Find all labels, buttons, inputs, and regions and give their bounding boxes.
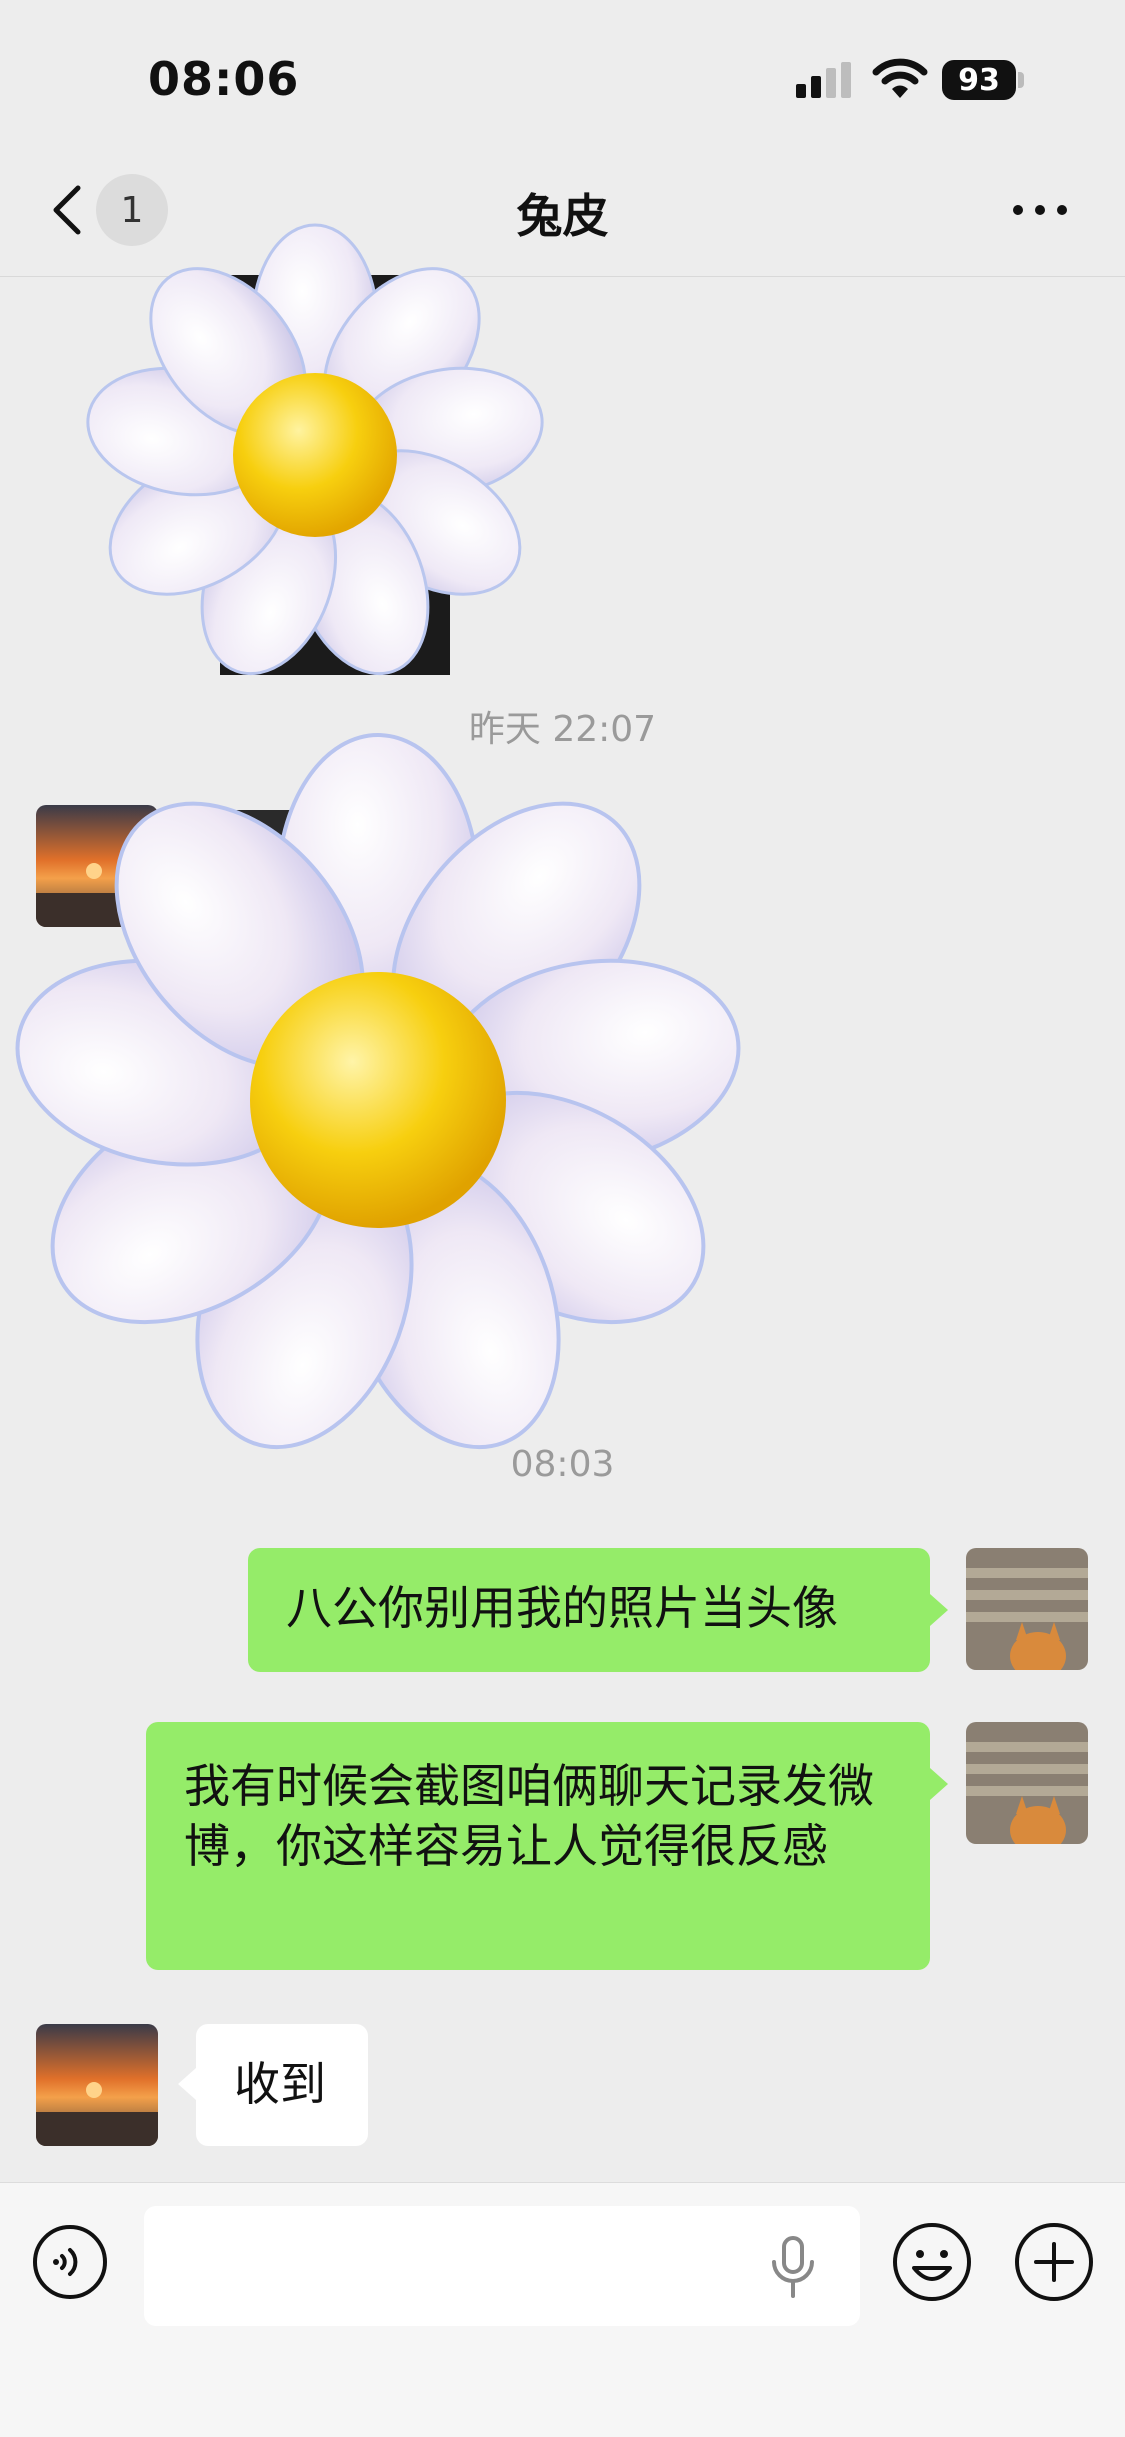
outgoing-message[interactable]: 我有时候会截图咱俩聊天记录发微博，你这样容易让人觉得很反感 [146, 1722, 930, 1970]
battery-nub [1018, 72, 1024, 88]
emoji-icon[interactable] [892, 2222, 972, 2302]
status-time: 08:06 [148, 52, 300, 106]
bubble-tail [178, 2068, 196, 2100]
signal-icon [796, 62, 851, 98]
mic-icon[interactable] [770, 2236, 816, 2298]
voice-icon[interactable] [32, 2224, 108, 2300]
plus-icon[interactable] [1014, 2222, 1094, 2302]
incoming-message[interactable]: 收到 [196, 2024, 368, 2146]
message-input[interactable] [144, 2206, 860, 2326]
more-icon[interactable] [1010, 200, 1070, 220]
flower-sticker[interactable] [70, 220, 560, 690]
my-avatar[interactable] [966, 1722, 1088, 1844]
bubble-tail [930, 1594, 948, 1626]
bubble-tail [930, 1768, 948, 1800]
outgoing-message[interactable]: 八公你别用我的照片当头像 [248, 1548, 930, 1672]
contact-avatar[interactable] [36, 2024, 158, 2146]
timestamp: 08:03 [510, 1444, 615, 1485]
battery-indicator: 93 [942, 60, 1016, 100]
flower-sticker-large[interactable] [0, 730, 760, 1470]
my-avatar[interactable] [966, 1548, 1088, 1670]
wifi-icon [872, 58, 928, 98]
